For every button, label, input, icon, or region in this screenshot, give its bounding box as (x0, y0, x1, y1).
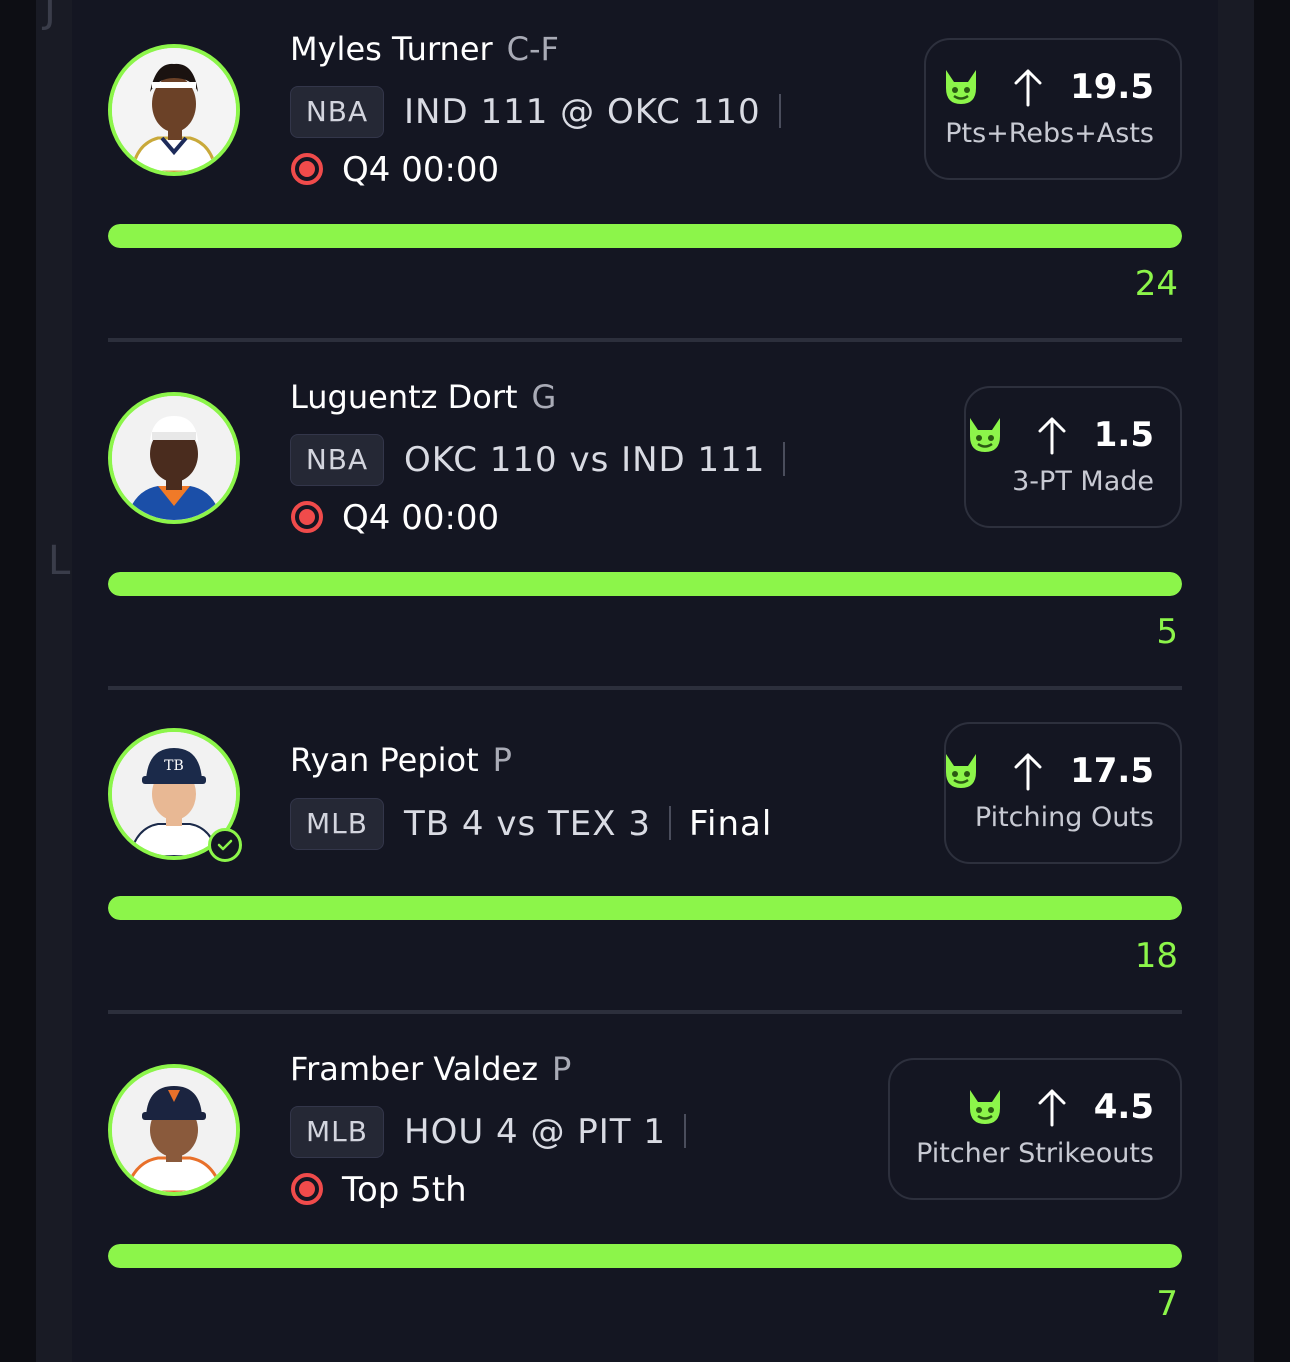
arrow-up-icon (1038, 1089, 1066, 1127)
background-text-fragment: J (44, 0, 56, 32)
demon-icon (969, 418, 1000, 452)
pick-line-row: 1.5 (964, 414, 1154, 460)
league-badge: MLB (290, 798, 384, 850)
pick-stat-label: Pts+Rebs+Asts (945, 118, 1154, 149)
player-name: Luguentz Dort (290, 378, 518, 416)
pick-card[interactable]: Myles Turner C-F NBA IND 111 @ OKC 110 Q4… (108, 0, 1182, 342)
player-position: G (531, 378, 557, 416)
pick-stat-label: Pitcher Strikeouts (916, 1138, 1154, 1169)
background-text-fragment: L (48, 538, 71, 584)
result-value: 5 (1156, 612, 1178, 652)
demon-icon (945, 70, 976, 104)
divider (783, 441, 786, 476)
game-matchup: TB 4 vs TEX 3 (404, 804, 651, 844)
game-status: Q4 00:00 (342, 498, 500, 538)
svg-text:TB: TB (164, 758, 184, 774)
player-avatar (108, 392, 240, 524)
divider (668, 805, 671, 840)
result-value: 24 (1134, 264, 1178, 304)
result-value: 18 (1134, 936, 1178, 976)
game-matchup: HOU 4 @ PIT 1 (404, 1112, 667, 1152)
pick-line-row: 19.5 (940, 66, 1154, 112)
player-headshot-icon (112, 396, 236, 520)
progress-fill (108, 896, 1182, 920)
league-badge: NBA (290, 434, 384, 486)
background-panel-left (36, 0, 76, 1362)
demon-icon (969, 1090, 1000, 1124)
pick-stat-label: 3-PT Made (1012, 466, 1154, 497)
player-avatar (108, 1064, 240, 1196)
player-name-row: Framber Valdez P (290, 1050, 571, 1088)
player-name-row: Ryan Pepiot P (290, 741, 512, 779)
player-position: P (492, 741, 512, 779)
league-badge: MLB (290, 1106, 384, 1158)
player-name: Myles Turner (290, 30, 493, 68)
progress-fill (108, 572, 1182, 596)
league-badge: NBA (290, 86, 384, 138)
live-indicator-icon (291, 1173, 323, 1205)
arrow-up-icon (1014, 69, 1042, 107)
progress-bar (108, 224, 1182, 248)
pick-line-row: 17.5 (940, 750, 1154, 796)
arrow-up-icon (1038, 417, 1066, 455)
pick-chip[interactable]: 1.5 3-PT Made (964, 386, 1182, 528)
player-name-row: Myles Turner C-F (290, 30, 559, 68)
picks-sheet: Myles Turner C-F NBA IND 111 @ OKC 110 Q4… (72, 0, 1218, 1362)
live-indicator-icon (291, 501, 323, 533)
pick-card[interactable]: Framber Valdez P MLB HOU 4 @ PIT 1 Top 5t… (108, 1020, 1182, 1350)
game-score: OKC 110 vs IND 111 (404, 434, 803, 486)
result-value: 7 (1156, 1284, 1178, 1324)
player-headshot-icon (112, 1068, 236, 1192)
demon-icon (945, 754, 976, 788)
player-name: Ryan Pepiot (290, 741, 479, 779)
card-separator (108, 1010, 1182, 1014)
pick-chip[interactable]: 19.5 Pts+Rebs+Asts (924, 38, 1182, 180)
player-headshot-icon (112, 48, 236, 172)
pick-chip[interactable]: 4.5 Pitcher Strikeouts (888, 1058, 1182, 1200)
pick-line-row: 4.5 (964, 1086, 1154, 1132)
player-position: P (552, 1050, 572, 1088)
pick-line-value: 17.5 (1070, 751, 1154, 791)
game-score: IND 111 @ OKC 110 (404, 86, 799, 138)
game-score: TB 4 vs TEX 3 Final (404, 798, 772, 850)
pick-line-value: 4.5 (1093, 1087, 1154, 1127)
player-position: C-F (506, 30, 559, 68)
progress-bar (108, 896, 1182, 920)
verified-check-icon (208, 828, 242, 862)
divider (684, 1113, 687, 1148)
pick-chip[interactable]: 17.5 Pitching Outs (944, 722, 1182, 864)
background-panel-right (1214, 0, 1254, 1362)
player-avatar (108, 44, 240, 176)
pick-card[interactable]: Luguentz Dort G NBA OKC 110 vs IND 111 Q4… (108, 348, 1182, 690)
progress-bar (108, 572, 1182, 596)
divider (778, 93, 781, 128)
game-status: Top 5th (342, 1170, 467, 1210)
pick-stat-label: Pitching Outs (974, 802, 1154, 833)
game-matchup: IND 111 @ OKC 110 (404, 92, 761, 132)
player-name-row: Luguentz Dort G (290, 378, 556, 416)
player-name: Framber Valdez (290, 1050, 539, 1088)
game-matchup: OKC 110 vs IND 111 (404, 440, 766, 480)
pick-line-value: 19.5 (1070, 67, 1154, 107)
progress-fill (108, 224, 1182, 248)
live-indicator-icon (291, 153, 323, 185)
arrow-up-icon (1014, 753, 1042, 791)
pick-card[interactable]: TB Ryan Pepiot P MLB TB 4 vs TEX 3 Final (108, 686, 1182, 1016)
game-score: HOU 4 @ PIT 1 (404, 1106, 704, 1158)
progress-bar (108, 1244, 1182, 1268)
pick-line-value: 1.5 (1093, 415, 1154, 455)
game-status: Final (688, 804, 773, 844)
card-separator (108, 338, 1182, 342)
game-status: Q4 00:00 (342, 150, 500, 190)
progress-fill (108, 1244, 1182, 1268)
